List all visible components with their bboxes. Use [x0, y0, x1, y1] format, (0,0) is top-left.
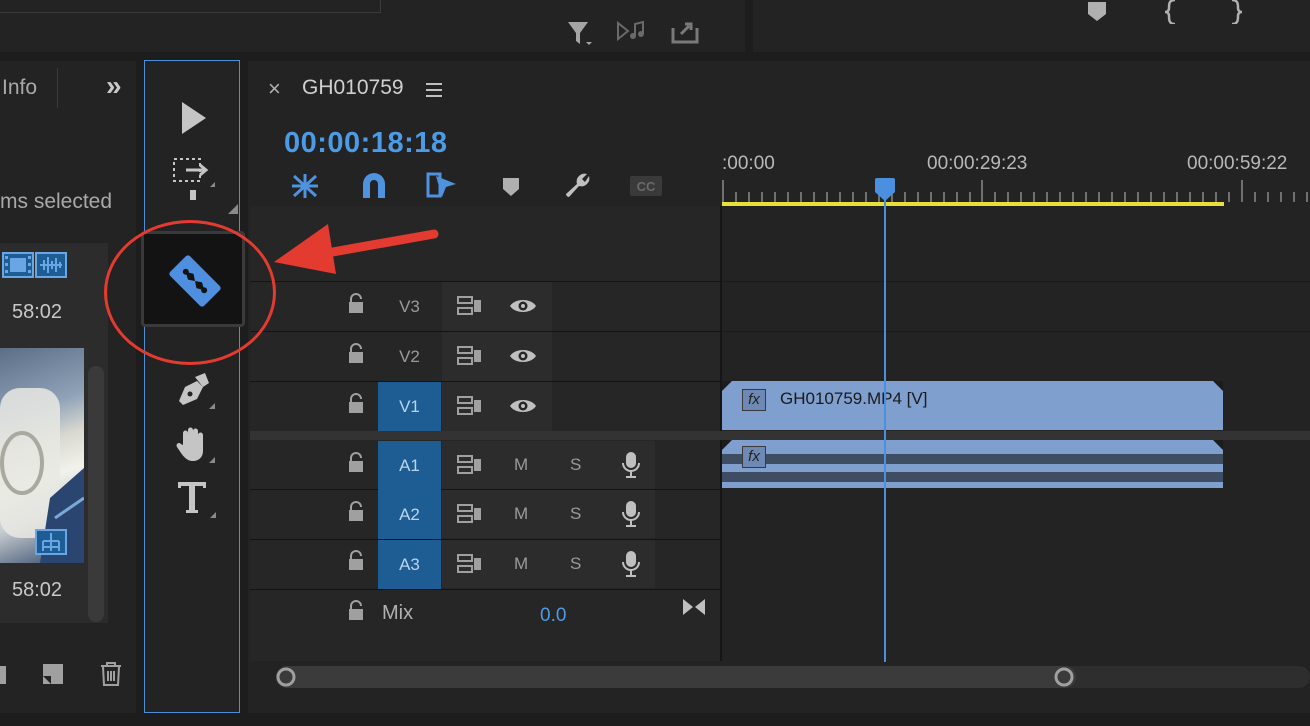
solo-button-a3[interactable]: S: [570, 554, 581, 574]
sync-lock-icon-a3[interactable]: [457, 554, 483, 574]
sync-lock-icon-v2[interactable]: [457, 346, 483, 366]
video-clip-fx-badge[interactable]: fx: [742, 389, 766, 411]
track-label-v1[interactable]: V1: [378, 382, 441, 431]
track-label-a1[interactable]: A1: [378, 441, 441, 490]
row-line: [250, 331, 720, 332]
highlight-circle: [104, 220, 276, 365]
track-label-v2[interactable]: V2: [378, 332, 441, 381]
track-select-tool-icon[interactable]: [172, 157, 220, 191]
lock-icon-v1[interactable]: [347, 393, 367, 415]
lock-icon-a2[interactable]: [347, 501, 367, 523]
item-duration-1: 58:02: [12, 301, 63, 323]
row-line: [250, 281, 720, 282]
ripple-edit-tool-icon[interactable]: [186, 190, 242, 216]
annotation-arrow: [270, 218, 440, 278]
lock-icon-v2[interactable]: [347, 343, 367, 365]
captions-icon[interactable]: CC: [629, 175, 663, 197]
add-marker-icon[interactable]: [502, 177, 520, 197]
voiceover-mic-icon-a2[interactable]: [621, 500, 641, 528]
film-strip-icon: [2, 252, 34, 278]
lock-icon-v3[interactable]: [347, 293, 367, 315]
content-row-line: [722, 281, 1310, 282]
playhead-line[interactable]: [884, 190, 886, 662]
info-tab[interactable]: Info: [2, 76, 37, 100]
panel-menu-icon[interactable]: [425, 82, 443, 98]
timeline-settings-wrench-icon[interactable]: [563, 171, 593, 201]
items-selected-text: ms selected: [0, 190, 113, 213]
mix-value[interactable]: 0.0: [540, 605, 566, 627]
audio-track-icon[interactable]: [617, 20, 647, 42]
audio-clip-fx-badge[interactable]: fx: [742, 446, 766, 468]
time-ruler[interactable]: [722, 178, 1310, 204]
snap-magnet-icon[interactable]: [359, 172, 389, 200]
track-label-v3[interactable]: V3: [378, 282, 441, 331]
sync-lock-icon-v1[interactable]: [457, 396, 483, 416]
solo-button-a2[interactable]: S: [570, 504, 581, 524]
ruler-label-start: :00:00: [722, 153, 775, 174]
lock-icon-a1[interactable]: [347, 452, 367, 474]
export-icon[interactable]: [671, 18, 701, 44]
voiceover-mic-icon-a3[interactable]: [621, 550, 641, 578]
close-sequence-button[interactable]: ×: [268, 76, 281, 102]
item-duration-2: 58:02: [12, 579, 63, 601]
row-line: [250, 381, 720, 382]
nest-toggle-icon[interactable]: [290, 172, 320, 200]
sync-lock-icon-a1[interactable]: [457, 455, 483, 475]
playhead-timecode[interactable]: 00:00:18:18: [284, 127, 448, 160]
lock-icon-a3[interactable]: [347, 550, 367, 572]
mute-button-a1[interactable]: M: [514, 455, 528, 475]
sequence-tab-name[interactable]: GH010759: [302, 76, 404, 100]
mute-button-a2[interactable]: M: [514, 504, 528, 524]
video-clip[interactable]: fx GH010759.MP4 [V]: [722, 381, 1223, 430]
zoom-handle-left[interactable]: [276, 667, 296, 687]
track-label-a3[interactable]: A3: [378, 540, 441, 589]
lock-icon-mix[interactable]: [347, 600, 367, 622]
trash-icon[interactable]: [99, 661, 123, 687]
zoom-scroll-thumb[interactable]: [276, 666, 1076, 688]
audio-clip-waveform-lower: [722, 472, 1223, 482]
video-audio-divider[interactable]: [250, 431, 1310, 440]
eye-icon-v2[interactable]: [509, 347, 537, 365]
selection-tool-icon[interactable]: [178, 100, 208, 136]
audio-waveform-icon: [35, 252, 67, 278]
filter-icon[interactable]: [566, 20, 594, 48]
svg-text:CC: CC: [637, 179, 656, 194]
sync-lock-icon-v3[interactable]: [457, 296, 483, 316]
new-bin-icon[interactable]: [0, 664, 8, 686]
linked-selection-icon[interactable]: [426, 170, 458, 200]
voiceover-mic-icon-a1[interactable]: [621, 451, 641, 479]
sequence-badge-icon: [35, 529, 67, 555]
row-line: [250, 539, 720, 540]
out-point-icon[interactable]: [1228, 0, 1244, 24]
mix-label: Mix: [382, 602, 414, 624]
row-line: [250, 589, 720, 590]
pen-tool-icon[interactable]: [175, 371, 217, 411]
playhead-handle[interactable]: [874, 178, 896, 202]
ruler-label-end: 00:00:59:22: [1187, 153, 1288, 174]
ruler-label-mid: 00:00:29:23: [927, 153, 1028, 174]
mute-button-a3[interactable]: M: [514, 554, 528, 574]
tab-divider: [57, 68, 58, 108]
project-scrollbar[interactable]: [88, 366, 104, 622]
new-item-icon[interactable]: [41, 662, 65, 686]
top-panel-right: [753, 0, 1310, 52]
type-tool-icon[interactable]: [176, 478, 218, 520]
zoom-handle-right[interactable]: [1054, 667, 1074, 687]
track-label-a2[interactable]: A2: [378, 490, 441, 539]
video-clip-name: GH010759.MP4 [V]: [780, 389, 928, 408]
content-row-line: [722, 331, 1310, 332]
eye-icon-v3[interactable]: [509, 297, 537, 315]
row-line: [250, 489, 720, 490]
mix-bowtie-icon[interactable]: [682, 597, 706, 617]
sync-lock-icon-a2[interactable]: [457, 504, 483, 524]
panel-overflow-button[interactable]: »: [106, 70, 122, 102]
top-panel-inner-box: [0, 0, 381, 13]
eye-icon-v1[interactable]: [509, 397, 537, 415]
audio-clip-waveform-upper: [722, 454, 1223, 464]
solo-button-a1[interactable]: S: [570, 455, 581, 475]
in-point-icon[interactable]: [1163, 0, 1179, 24]
marker-icon-top[interactable]: [1087, 2, 1107, 22]
hand-tool-icon[interactable]: [175, 425, 217, 465]
audio-clip[interactable]: fx: [722, 440, 1223, 488]
